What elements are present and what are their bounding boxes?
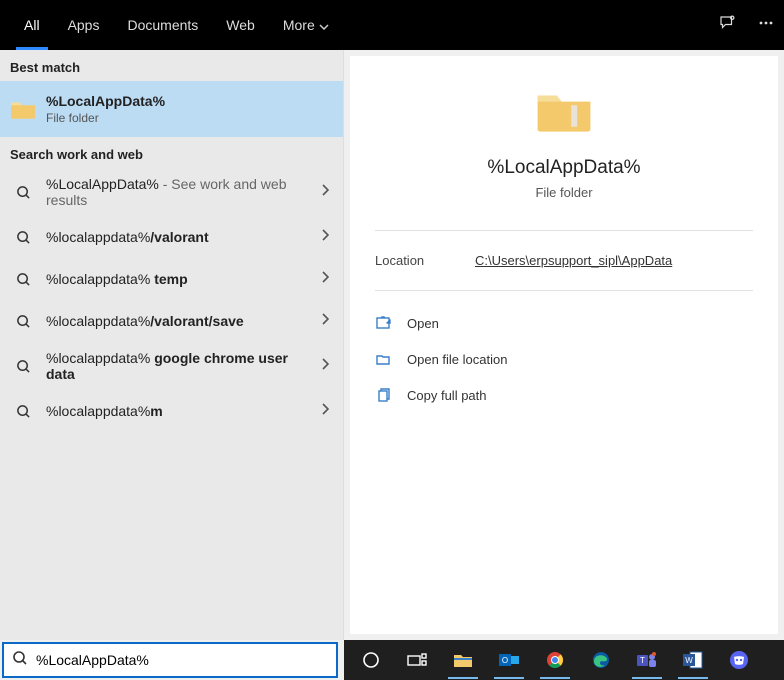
preview-title: %LocalAppData% [487,157,640,179]
copy-icon [375,387,397,403]
divider [375,290,753,291]
tab-more[interactable]: More [269,0,343,50]
best-match-result[interactable]: %LocalAppData% File folder [0,81,343,137]
section-work-web: Search work and web [0,137,343,168]
action-copy-path[interactable]: Copy full path [375,377,753,413]
folder-icon [10,98,36,120]
taskbar-explorer[interactable] [442,644,484,676]
preview-sub: File folder [535,185,592,200]
chevron-right-icon[interactable] [317,179,333,205]
search-icon [10,314,36,329]
search-bar [2,642,338,678]
location-label: Location [375,253,475,268]
search-icon [10,230,36,245]
search-icon [12,650,28,671]
chevron-down-icon [319,17,329,33]
suggestion-text: %localappdata%/valorant/save [46,313,317,329]
tab-documents[interactable]: Documents [113,0,212,50]
search-icon [10,359,36,374]
action-open-location[interactable]: Open file location [375,341,753,377]
taskbar-chrome[interactable] [534,644,576,676]
chevron-right-icon[interactable] [317,398,333,424]
suggestion-text: %localappdata%m [46,403,317,419]
taskbar-discord[interactable] [718,644,760,676]
taskbar-cortana[interactable] [350,644,392,676]
taskbar-taskview[interactable] [396,644,438,676]
results-panel: Best match %LocalAppData% File folder Se… [0,50,344,640]
more-options-icon[interactable] [758,15,774,36]
taskbar: O T W [344,640,784,680]
divider [375,230,753,231]
search-tabs-bar: All Apps Documents Web More [0,0,784,50]
location-value[interactable]: C:\Users\erpsupport_sipl\AppData [475,253,672,268]
search-suggestion[interactable]: %LocalAppData% - See work and web result… [0,168,343,216]
tab-all[interactable]: All [10,0,54,50]
action-open[interactable]: Open [375,305,753,341]
suggestion-text: %localappdata% google chrome user data [46,350,317,382]
folder-icon [535,86,593,139]
svg-text:T: T [640,656,645,665]
suggestion-text: %localappdata% temp [46,271,317,287]
tab-web[interactable]: Web [212,0,269,50]
taskbar-outlook[interactable]: O [488,644,530,676]
chevron-right-icon[interactable] [317,353,333,379]
search-suggestion[interactable]: %localappdata% google chrome user data [0,342,343,390]
open-location-icon [375,351,397,367]
search-icon [10,185,36,200]
search-suggestion[interactable]: %localappdata%/valorant/save [0,300,343,342]
suggestion-text: %localappdata%/valorant [46,229,317,245]
best-match-title: %LocalAppData% [46,93,333,109]
feedback-icon[interactable] [718,14,736,37]
taskbar-teams[interactable]: T [626,644,668,676]
search-suggestion[interactable]: %localappdata%/valorant [0,216,343,258]
taskbar-word[interactable]: W [672,644,714,676]
best-match-sub: File folder [46,111,333,125]
search-input[interactable] [36,652,328,668]
search-suggestion[interactable]: %localappdata%m [0,390,343,432]
open-icon [375,315,397,331]
chevron-right-icon[interactable] [317,308,333,334]
svg-text:O: O [502,656,508,665]
section-best-match: Best match [0,50,343,81]
tab-apps[interactable]: Apps [54,0,114,50]
search-suggestion[interactable]: %localappdata% temp [0,258,343,300]
chevron-right-icon[interactable] [317,266,333,292]
preview-panel: %LocalAppData% File folder Location C:\U… [350,56,778,634]
suggestion-text: %LocalAppData% - See work and web result… [46,176,317,208]
taskbar-edge[interactable] [580,644,622,676]
chevron-right-icon[interactable] [317,224,333,250]
search-icon [10,404,36,419]
svg-text:W: W [685,656,693,665]
search-icon [10,272,36,287]
